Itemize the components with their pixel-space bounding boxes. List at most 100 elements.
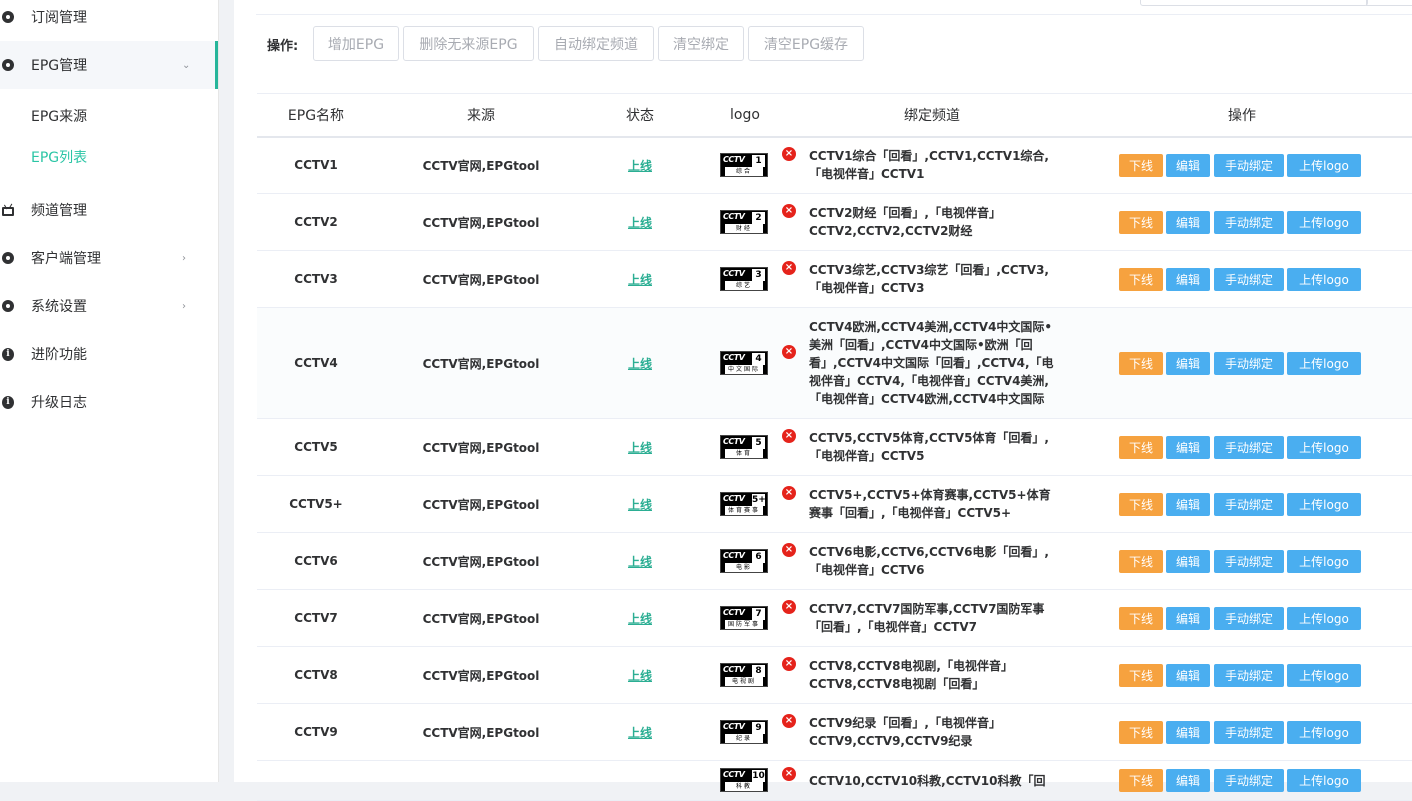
sidebar-item-channel-management[interactable]: 频道管理 (0, 190, 218, 230)
delete-logo-icon[interactable]: × (782, 543, 796, 557)
search-button[interactable] (1366, 0, 1412, 6)
manual-bind-button[interactable]: 手动绑定 (1214, 606, 1284, 630)
clear-bindings-button[interactable]: 清空绑定 (658, 26, 744, 61)
delete-logo-icon[interactable]: × (782, 767, 796, 781)
offline-button[interactable]: 下线 (1119, 769, 1163, 792)
bound-channels-text: CCTV4欧洲,CCTV4美洲,CCTV4中文国际•美洲「回看」,CCTV4中文… (809, 320, 1054, 406)
edit-button[interactable]: 编辑 (1166, 769, 1210, 792)
edit-button[interactable]: 编辑 (1166, 492, 1210, 516)
delete-logo-icon[interactable]: × (782, 147, 796, 161)
sidebar-item-system-settings[interactable]: 系统设置 › (0, 286, 218, 326)
status-link[interactable]: 上线 (628, 610, 652, 627)
manual-bind-button[interactable]: 手动绑定 (1214, 153, 1284, 177)
column-header-name: EPG名称 (287, 108, 345, 124)
edit-button[interactable]: 编辑 (1166, 435, 1210, 459)
edit-button[interactable]: 编辑 (1166, 549, 1210, 573)
status-link[interactable]: 上线 (628, 667, 652, 684)
bound-channels-text: CCTV8,CCTV8电视剧,「电视伴音」CCTV8,CCTV8电视剧「回看」 (809, 659, 1013, 691)
sidebar-item-epg-management[interactable]: EPG管理 ⌄ (0, 41, 218, 89)
upload-logo-button[interactable]: 上传logo (1287, 435, 1361, 459)
edit-button[interactable]: 编辑 (1166, 210, 1210, 234)
channel-logo: CCTV 1 综合 (720, 153, 770, 178)
offline-button[interactable]: 下线 (1119, 210, 1163, 234)
edit-button[interactable]: 编辑 (1166, 606, 1210, 630)
manual-bind-button[interactable]: 手动绑定 (1214, 720, 1284, 744)
delete-logo-icon[interactable]: × (782, 714, 796, 728)
channel-logo: CCTV 9 纪录 (720, 720, 770, 745)
status-cell: 上线 (587, 308, 693, 418)
edit-button[interactable]: 编辑 (1166, 351, 1210, 375)
status-link[interactable]: 上线 (628, 214, 652, 231)
manual-bind-button[interactable]: 手动绑定 (1214, 549, 1284, 573)
upload-logo-button[interactable]: 上传logo (1287, 153, 1361, 177)
status-link[interactable]: 上线 (628, 271, 652, 288)
logo-number: 9 (752, 722, 765, 734)
manual-bind-button[interactable]: 手动绑定 (1214, 663, 1284, 687)
logo-subtitle: 财经 (725, 224, 763, 233)
sidebar-item-advanced[interactable]: i 进阶功能 (0, 334, 218, 374)
bound-channels-text: CCTV6电影,CCTV6,CCTV6电影「回看」,「电视伴音」CCTV6 (809, 545, 1049, 577)
upload-logo-button[interactable]: 上传logo (1287, 769, 1361, 792)
delete-logo-icon[interactable]: × (782, 657, 796, 671)
auto-bind-channels-button[interactable]: 自动绑定频道 (538, 26, 654, 61)
clear-epg-cache-button[interactable]: 清空EPG缓存 (748, 26, 864, 61)
main-panel: 操作: 增加EPG 删除无来源EPG 自动绑定频道 清空绑定 清空EPG缓存 E… (234, 0, 1412, 801)
edit-button[interactable]: 编辑 (1166, 267, 1210, 291)
offline-button[interactable]: 下线 (1119, 549, 1163, 573)
upload-logo-button[interactable]: 上传logo (1287, 351, 1361, 375)
delete-logo-icon[interactable]: × (782, 486, 796, 500)
sidebar-item-epg-source[interactable]: EPG来源 (0, 96, 218, 136)
subscribe-icon (2, 11, 14, 23)
chevron-down-icon: ⌄ (182, 59, 191, 71)
delete-logo-icon[interactable]: × (782, 204, 796, 218)
offline-button[interactable]: 下线 (1119, 492, 1163, 516)
delete-logo-icon[interactable]: × (782, 600, 796, 614)
table-row: CCTV8 CCTV官网,EPGtool 上线 CCTV 8 电视剧 × CCTV8,CCTV… (257, 647, 1412, 704)
status-link[interactable]: 上线 (628, 553, 652, 570)
manual-bind-button[interactable]: 手动绑定 (1214, 769, 1284, 792)
manual-bind-button[interactable]: 手动绑定 (1214, 492, 1284, 516)
upload-logo-button[interactable]: 上传logo (1287, 606, 1361, 630)
sidebar-item-changelog[interactable]: i 升级日志 (0, 382, 218, 422)
status-link[interactable]: 上线 (628, 724, 652, 741)
bound-channels: CCTV6电影,CCTV6,CCTV6电影「回看」,「电视伴音」CCTV6 (809, 533, 1059, 589)
manual-bind-button[interactable]: 手动绑定 (1214, 435, 1284, 459)
status-link[interactable]: 上线 (628, 355, 652, 372)
delete-logo-icon[interactable]: × (782, 429, 796, 443)
manual-bind-button[interactable]: 手动绑定 (1214, 210, 1284, 234)
edit-button[interactable]: 编辑 (1166, 663, 1210, 687)
offline-button[interactable]: 下线 (1119, 720, 1163, 744)
upload-logo-button[interactable]: 上传logo (1287, 210, 1361, 234)
upload-logo-button[interactable]: 上传logo (1287, 492, 1361, 516)
delete-logo-icon[interactable]: × (782, 345, 796, 359)
status-link[interactable]: 上线 (628, 439, 652, 456)
offline-button[interactable]: 下线 (1119, 606, 1163, 630)
offline-button[interactable]: 下线 (1119, 267, 1163, 291)
sidebar-item-client-management[interactable]: 客户端管理 › (0, 238, 218, 278)
offline-button[interactable]: 下线 (1119, 663, 1163, 687)
status-cell: 上线 (587, 647, 693, 703)
search-input[interactable] (1140, 0, 1368, 6)
edit-button[interactable]: 编辑 (1166, 153, 1210, 177)
sidebar-item-subscriptions[interactable]: 订阅管理 (0, 0, 218, 37)
upload-logo-button[interactable]: 上传logo (1287, 267, 1361, 291)
offline-button[interactable]: 下线 (1119, 435, 1163, 459)
status-link[interactable]: 上线 (628, 496, 652, 513)
table-row: CCTV1 CCTV官网,EPGtool 上线 CCTV 1 综合 × CCTV1综合「回看」… (257, 137, 1412, 194)
delete-sourceless-epg-button[interactable]: 删除无来源EPG (403, 26, 534, 61)
manual-bind-button[interactable]: 手动绑定 (1214, 267, 1284, 291)
manual-bind-button[interactable]: 手动绑定 (1214, 351, 1284, 375)
edit-button[interactable]: 编辑 (1166, 720, 1210, 744)
delete-logo-icon[interactable]: × (782, 261, 796, 275)
table-header: EPG名称 来源 状态 logo 绑定频道 操作 (257, 93, 1412, 138)
upload-logo-button[interactable]: 上传logo (1287, 720, 1361, 744)
column-header-source: 来源 (467, 108, 495, 124)
add-epg-button[interactable]: 增加EPG (313, 26, 399, 61)
upload-logo-button[interactable]: 上传logo (1287, 663, 1361, 687)
status-link[interactable]: 上线 (628, 157, 652, 174)
channel-logo: CCTV 10 科教 (720, 768, 770, 793)
offline-button[interactable]: 下线 (1119, 351, 1163, 375)
offline-button[interactable]: 下线 (1119, 153, 1163, 177)
upload-logo-button[interactable]: 上传logo (1287, 549, 1361, 573)
sidebar-item-epg-list[interactable]: EPG列表 (0, 137, 218, 177)
